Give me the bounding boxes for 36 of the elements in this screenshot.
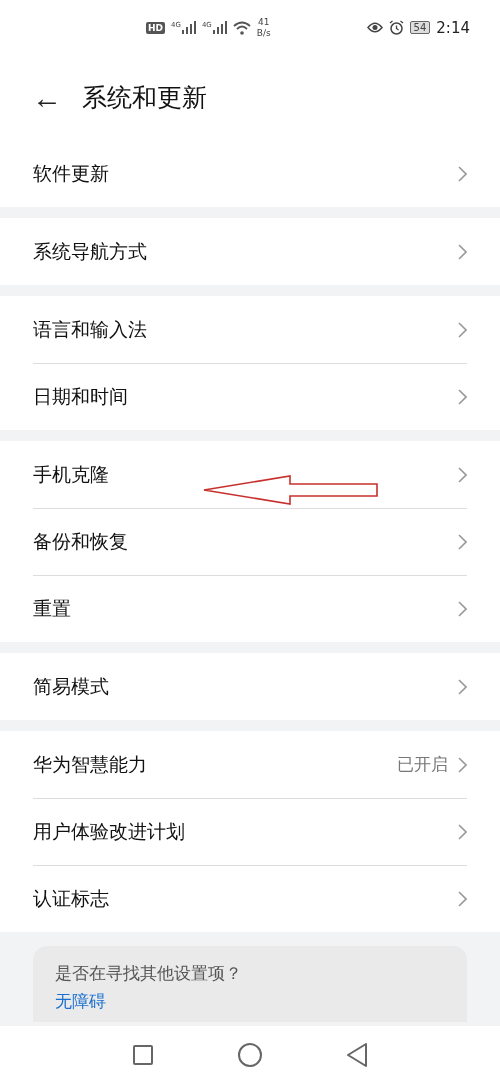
chevron-icon xyxy=(458,824,467,840)
chevron-icon xyxy=(458,165,467,182)
alarm-icon xyxy=(388,20,404,35)
status-time: 2:14 xyxy=(436,18,470,37)
chevron-icon xyxy=(458,891,467,907)
signal-icon xyxy=(212,21,227,34)
battery-indicator: 54 xyxy=(409,21,431,34)
chevron-icon xyxy=(458,756,467,773)
back-icon[interactable] xyxy=(347,1043,367,1067)
speed-unit: B/s xyxy=(256,27,271,39)
settings-item[interactable]: 手机克隆 xyxy=(33,441,467,508)
settings-item[interactable]: 语言和输入法 xyxy=(33,296,467,363)
settings-item[interactable]: 备份和恢复 xyxy=(33,508,467,575)
eye-icon xyxy=(366,22,383,33)
network-speed: 41 xyxy=(258,16,270,28)
accessibility-link[interactable]: 无障碍 xyxy=(55,991,106,1012)
page-title: 系统和更新 xyxy=(82,82,207,114)
hd-indicator: HD xyxy=(146,21,165,34)
chevron-icon xyxy=(458,389,467,405)
settings-item[interactable]: 日期和时间 xyxy=(33,363,467,430)
back-button[interactable]: ← xyxy=(32,82,62,113)
home-icon[interactable] xyxy=(238,1043,262,1067)
chevron-icon xyxy=(458,678,467,695)
chevron-icon xyxy=(458,321,467,338)
chevron-icon xyxy=(458,601,467,617)
wifi-icon xyxy=(232,20,251,35)
settings-item[interactable]: 用户体验改进计划 xyxy=(33,798,467,865)
recents-icon[interactable] xyxy=(133,1045,153,1065)
settings-item[interactable]: 重置 xyxy=(33,575,467,642)
chevron-icon xyxy=(458,466,467,483)
signal-icon xyxy=(181,21,196,34)
chevron-icon xyxy=(458,243,467,260)
suggestion-question: 是否在寻找其他设置项？ xyxy=(55,962,242,985)
settings-item[interactable]: 认证标志 xyxy=(33,865,467,932)
settings-item[interactable]: 华为智慧能力 已开启 xyxy=(33,731,467,798)
chevron-icon xyxy=(458,534,467,550)
